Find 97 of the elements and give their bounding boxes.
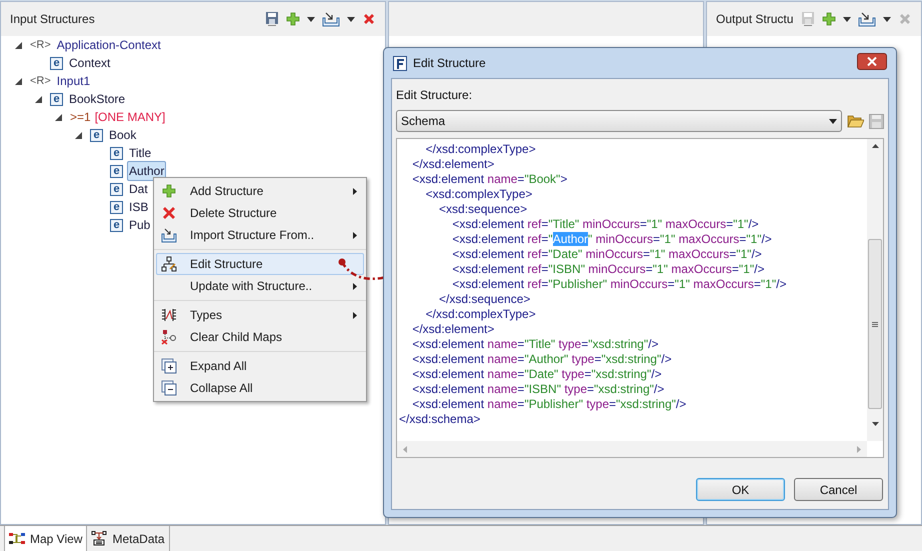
menu-item[interactable]: Edit Structure <box>156 253 364 275</box>
element-icon: e <box>110 182 123 196</box>
code-line: </xsd:sequence> <box>438 292 530 307</box>
menu-item[interactable]: Delete Structure <box>156 202 364 224</box>
dropdown-arrow-icon[interactable] <box>307 16 315 22</box>
scroll-right-icon <box>857 446 861 452</box>
menu-item[interactable]: Clear Child Maps <box>156 326 364 348</box>
tree-item[interactable]: Title <box>127 143 154 163</box>
expanded-arrow-icon[interactable] <box>55 114 62 120</box>
tree-item[interactable]: >=1 <box>70 108 91 126</box>
panel-title: Output Structu <box>716 11 794 28</box>
tree-item[interactable]: Application-Context <box>54 35 163 55</box>
tree-item[interactable]: BookStore <box>67 89 128 109</box>
element-icon: e <box>50 92 63 106</box>
horizontal-scrollbar[interactable] <box>397 441 867 457</box>
dropdown-arrow-icon[interactable] <box>347 16 355 22</box>
scrollbar-thumb[interactable] <box>868 239 882 409</box>
view-tab[interactable]: Map View <box>4 526 88 551</box>
dropdown-arrow-icon[interactable] <box>883 16 891 22</box>
code-line: </xsd:schema> <box>399 412 480 427</box>
collapse-icon <box>161 380 177 396</box>
code-editor[interactable] <box>396 138 884 458</box>
close-button[interactable] <box>857 52 887 70</box>
tree-item[interactable]: Book <box>107 125 138 145</box>
element-icon: e <box>110 218 123 232</box>
expanded-arrow-icon[interactable] <box>75 132 82 138</box>
menu-item[interactable]: Types <box>156 304 364 326</box>
scroll-up-icon <box>872 144 878 148</box>
element-icon: e <box>110 200 123 214</box>
expanded-arrow-icon[interactable] <box>35 96 42 102</box>
types-icon <box>161 307 177 323</box>
code-line: <xsd:element ref="ISBN" minOccurs="1" maxOccurs="1"/> <box>451 262 764 277</box>
import-icon <box>161 227 177 243</box>
dropdown-arrow-icon[interactable] <box>843 16 851 22</box>
tree-item[interactable]: Dat <box>127 179 150 199</box>
import-icon[interactable] <box>322 12 340 26</box>
menu-item[interactable]: Add Structure <box>156 180 364 202</box>
app-logo-icon <box>393 56 407 70</box>
add-icon[interactable] <box>822 12 836 26</box>
code-line: <xsd:element ref="Date" minOccurs="1" maxOccurs="1"/> <box>451 247 762 262</box>
element-icon: e <box>90 128 103 142</box>
expand-icon <box>161 358 177 374</box>
dialog-title: Edit Structure <box>413 55 487 72</box>
code-line: <xsd:element ref="Title" minOccurs="1" maxOccurs="1"/> <box>451 217 759 232</box>
menu-item[interactable]: Update with Structure.. <box>156 275 364 297</box>
add-icon <box>161 183 177 199</box>
code-line: <xsd:complexType> <box>424 187 532 202</box>
dialog-button[interactable]: OK <box>696 478 785 501</box>
multiplicity-note: [ONE MANY] <box>94 109 166 126</box>
close-icon <box>867 56 877 66</box>
hierarchy-icon <box>161 256 177 272</box>
code-line: <xsd:element name="ISBN" type="xsd:string"/> <box>411 382 664 397</box>
code-line: </xsd:element> <box>411 322 494 337</box>
code-line: <xsd:element name="Book"> <box>411 172 568 187</box>
panel-title: Input Structures <box>10 11 96 28</box>
dropdown-arrow-icon <box>829 118 837 124</box>
code-line: </xsd:complexType> <box>424 307 536 322</box>
code-line: <xsd:element name="Author" type="xsd:string"/> <box>411 352 672 367</box>
menu-item[interactable]: Import Structure From.. <box>156 224 364 246</box>
save-icon[interactable] <box>265 11 279 27</box>
menu-item[interactable]: Expand All <box>156 355 364 377</box>
code-line: <xsd:sequence> <box>438 202 528 217</box>
vertical-scrollbar[interactable] <box>867 139 883 441</box>
clear-maps-icon <box>161 329 177 345</box>
code-line: </xsd:complexType> <box>424 142 536 157</box>
code-line: <xsd:element name="Publisher" type="xsd:string"/> <box>411 397 686 412</box>
code-line: <xsd:element ref="Author" minOccurs="1" maxOccurs="1"/> <box>451 232 772 247</box>
code-line: <xsd:element ref="Publisher" minOccurs="1" maxOccurs="1"/> <box>451 277 786 292</box>
expanded-arrow-icon[interactable] <box>15 42 22 48</box>
structure-select[interactable]: Schema <box>396 110 842 132</box>
element-icon: e <box>50 56 63 70</box>
open-folder-icon[interactable] <box>847 114 864 128</box>
dialog-button[interactable]: Cancel <box>794 478 883 501</box>
code-line: <xsd:element name="Title" type="xsd:string"/> <box>411 337 658 352</box>
element-icon: e <box>110 146 123 160</box>
scroll-left-icon <box>403 446 407 452</box>
metadata-icon <box>91 531 108 546</box>
element-icon: e <box>110 164 123 178</box>
code-line: <xsd:element name="Date" type="xsd:string"/> <box>411 367 662 382</box>
field-label: Edit Structure: <box>396 87 474 104</box>
grip-icon <box>872 322 878 326</box>
code-line: </xsd:element> <box>411 157 494 172</box>
tree-item[interactable]: Input1 <box>54 71 92 91</box>
close-icon[interactable] <box>362 12 376 26</box>
delete-icon <box>161 205 177 221</box>
tree-item[interactable]: ISB <box>127 197 150 217</box>
root-icon: <R> <box>30 76 51 86</box>
add-icon[interactable] <box>286 12 300 26</box>
scroll-down-icon <box>872 422 878 426</box>
menu-item[interactable]: Collapse All <box>156 377 364 399</box>
root-icon: <R> <box>30 40 51 50</box>
tree-item[interactable]: Author <box>127 161 166 181</box>
tree-item[interactable]: Context <box>67 53 112 73</box>
expanded-arrow-icon[interactable] <box>15 78 22 84</box>
import-icon[interactable] <box>858 12 876 26</box>
map-view-icon <box>9 532 25 546</box>
tree-item[interactable]: Pub <box>127 215 152 235</box>
